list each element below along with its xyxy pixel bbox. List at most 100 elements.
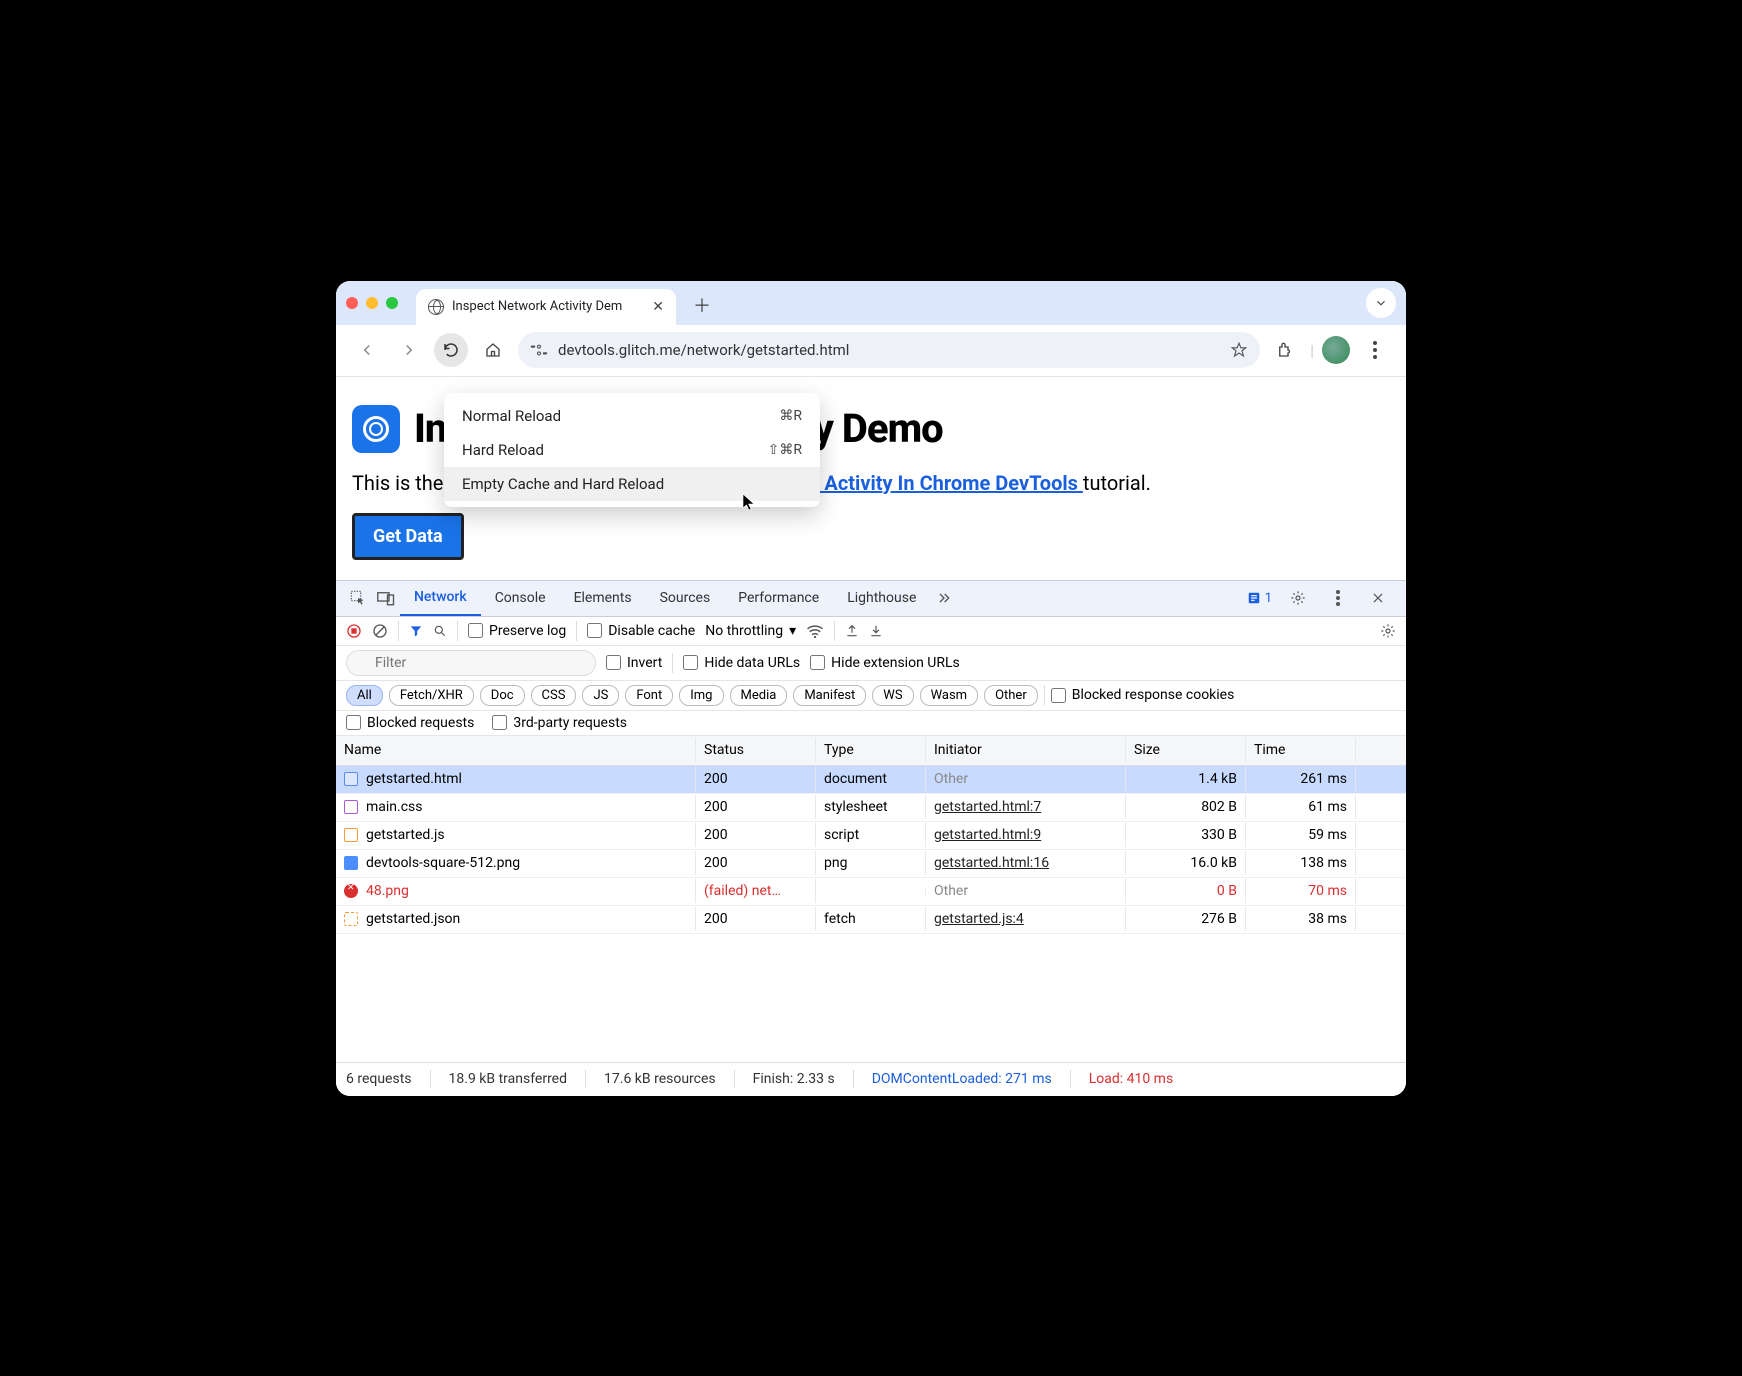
request-type: document	[816, 767, 926, 791]
site-settings-icon[interactable]	[530, 342, 548, 358]
filter-pill-manifest[interactable]: Manifest	[793, 685, 866, 706]
filter-pill-all[interactable]: All	[346, 685, 383, 706]
blocked-cookies-checkbox[interactable]: Blocked response cookies	[1051, 687, 1235, 703]
col-initiator[interactable]: Initiator	[926, 738, 1126, 762]
request-initiator[interactable]: getstarted.html:9	[926, 823, 1126, 847]
profile-avatar[interactable]	[1322, 336, 1350, 364]
browser-menu-button[interactable]	[1358, 333, 1392, 367]
filter-input[interactable]	[346, 650, 596, 676]
bookmark-button[interactable]	[1230, 341, 1248, 359]
settings-button[interactable]	[1284, 590, 1312, 606]
filter-pill-img[interactable]: Img	[679, 685, 723, 706]
globe-icon	[428, 299, 444, 315]
menu-empty-cache-hard-reload[interactable]: Empty Cache and Hard Reload	[444, 467, 820, 501]
filter-pill-media[interactable]: Media	[730, 685, 788, 706]
request-size: 1.4 kB	[1126, 767, 1246, 791]
filter-pill-font[interactable]: Font	[625, 685, 673, 706]
col-time[interactable]: Time	[1246, 738, 1356, 762]
filter-pill-other[interactable]: Other	[984, 685, 1038, 706]
network-conditions-button[interactable]	[806, 624, 824, 638]
table-row[interactable]: getstarted.js200scriptgetstarted.html:93…	[336, 822, 1406, 850]
col-status[interactable]: Status	[696, 738, 816, 762]
close-window-button[interactable]	[346, 297, 358, 309]
forward-button[interactable]	[392, 333, 426, 367]
minimize-window-button[interactable]	[366, 297, 378, 309]
home-button[interactable]	[476, 333, 510, 367]
filter-pill-ws[interactable]: WS	[872, 685, 913, 706]
new-tab-button[interactable]: ＋	[688, 291, 716, 319]
cursor-icon	[742, 493, 756, 511]
get-data-button[interactable]: Get Data	[352, 513, 464, 560]
third-party-checkbox[interactable]: 3rd-party requests	[492, 715, 627, 731]
col-type[interactable]: Type	[816, 738, 926, 762]
tab-network[interactable]: Network	[400, 580, 481, 616]
filter-pill-doc[interactable]: Doc	[480, 685, 525, 706]
request-status: 200	[696, 823, 816, 847]
gear-icon	[1380, 623, 1396, 639]
checkbox-label: Hide extension URLs	[831, 655, 960, 671]
checkbox-label: Invert	[627, 655, 662, 671]
table-row[interactable]: devtools-square-512.png200pnggetstarted.…	[336, 850, 1406, 878]
blocked-requests-checkbox[interactable]: Blocked requests	[346, 715, 474, 731]
devtools-menu-button[interactable]	[1324, 590, 1352, 606]
hide-extension-urls-checkbox[interactable]: Hide extension URLs	[810, 655, 960, 671]
address-bar[interactable]: devtools.glitch.me/network/getstarted.ht…	[518, 332, 1260, 368]
request-initiator[interactable]: getstarted.html:7	[926, 795, 1126, 819]
export-button[interactable]	[869, 623, 883, 639]
issues-button[interactable]: 1	[1247, 591, 1272, 606]
reload-button[interactable]	[434, 333, 468, 367]
chevron-down-icon	[1374, 296, 1388, 310]
clear-icon	[372, 623, 388, 639]
device-toolbar-button[interactable]	[372, 590, 400, 606]
col-size[interactable]: Size	[1126, 738, 1246, 762]
tabs-dropdown-button[interactable]	[1366, 288, 1396, 318]
file-type-icon	[344, 856, 358, 870]
request-name: devtools-square-512.png	[366, 855, 520, 871]
request-initiator[interactable]: getstarted.js:4	[926, 907, 1126, 931]
clear-button[interactable]	[372, 623, 388, 639]
tab-close-button[interactable]: ✕	[652, 299, 664, 315]
table-row[interactable]: getstarted.html200documentOther1.4 kB261…	[336, 766, 1406, 794]
network-settings-button[interactable]	[1380, 623, 1396, 639]
preserve-log-checkbox[interactable]: Preserve log	[468, 623, 566, 639]
table-row[interactable]: main.css200stylesheetgetstarted.html:780…	[336, 794, 1406, 822]
request-time: 261 ms	[1246, 767, 1356, 791]
import-button[interactable]	[845, 623, 859, 639]
disable-cache-checkbox[interactable]: Disable cache	[587, 623, 695, 639]
tab-sources[interactable]: Sources	[646, 580, 725, 616]
filter-pill-wasm[interactable]: Wasm	[920, 685, 979, 706]
home-icon	[484, 341, 502, 359]
tab-performance[interactable]: Performance	[724, 580, 833, 616]
tab-console[interactable]: Console	[481, 580, 560, 616]
request-initiator[interactable]: getstarted.html:16	[926, 851, 1126, 875]
browser-tab[interactable]: Inspect Network Activity Dem ✕	[416, 289, 676, 325]
wifi-icon	[806, 624, 824, 638]
network-table: Name Status Type Initiator Size Time get…	[336, 736, 1406, 1062]
request-time: 38 ms	[1246, 907, 1356, 931]
table-row[interactable]: 48.png(failed) net…Other0 B70 ms	[336, 878, 1406, 906]
filter-pill-fetch[interactable]: Fetch/XHR	[389, 685, 474, 706]
more-tabs-button[interactable]	[930, 590, 958, 606]
tab-lighthouse[interactable]: Lighthouse	[833, 580, 930, 616]
maximize-window-button[interactable]	[386, 297, 398, 309]
extensions-button[interactable]	[1268, 333, 1302, 367]
hide-data-urls-checkbox[interactable]: Hide data URLs	[683, 655, 800, 671]
table-row[interactable]: getstarted.json200fetchgetstarted.js:427…	[336, 906, 1406, 934]
filter-pill-css[interactable]: CSS	[531, 685, 577, 706]
menu-hard-reload[interactable]: Hard Reload ⇧⌘R	[444, 433, 820, 467]
invert-checkbox[interactable]: Invert	[606, 655, 662, 671]
col-name[interactable]: Name	[336, 738, 696, 762]
inspect-icon	[350, 590, 366, 606]
inspect-element-button[interactable]	[344, 590, 372, 606]
throttling-dropdown[interactable]: No throttling ▾	[705, 623, 796, 639]
filter-toggle-button[interactable]	[409, 624, 423, 638]
tab-elements[interactable]: Elements	[560, 580, 646, 616]
request-name: getstarted.html	[366, 771, 462, 787]
search-button[interactable]	[433, 624, 447, 638]
filter-pill-js[interactable]: JS	[582, 685, 619, 706]
tab-title: Inspect Network Activity Dem	[452, 299, 644, 314]
close-devtools-button[interactable]	[1364, 591, 1392, 605]
menu-normal-reload[interactable]: Normal Reload ⌘R	[444, 399, 820, 433]
record-button[interactable]	[346, 623, 362, 639]
back-button[interactable]	[350, 333, 384, 367]
